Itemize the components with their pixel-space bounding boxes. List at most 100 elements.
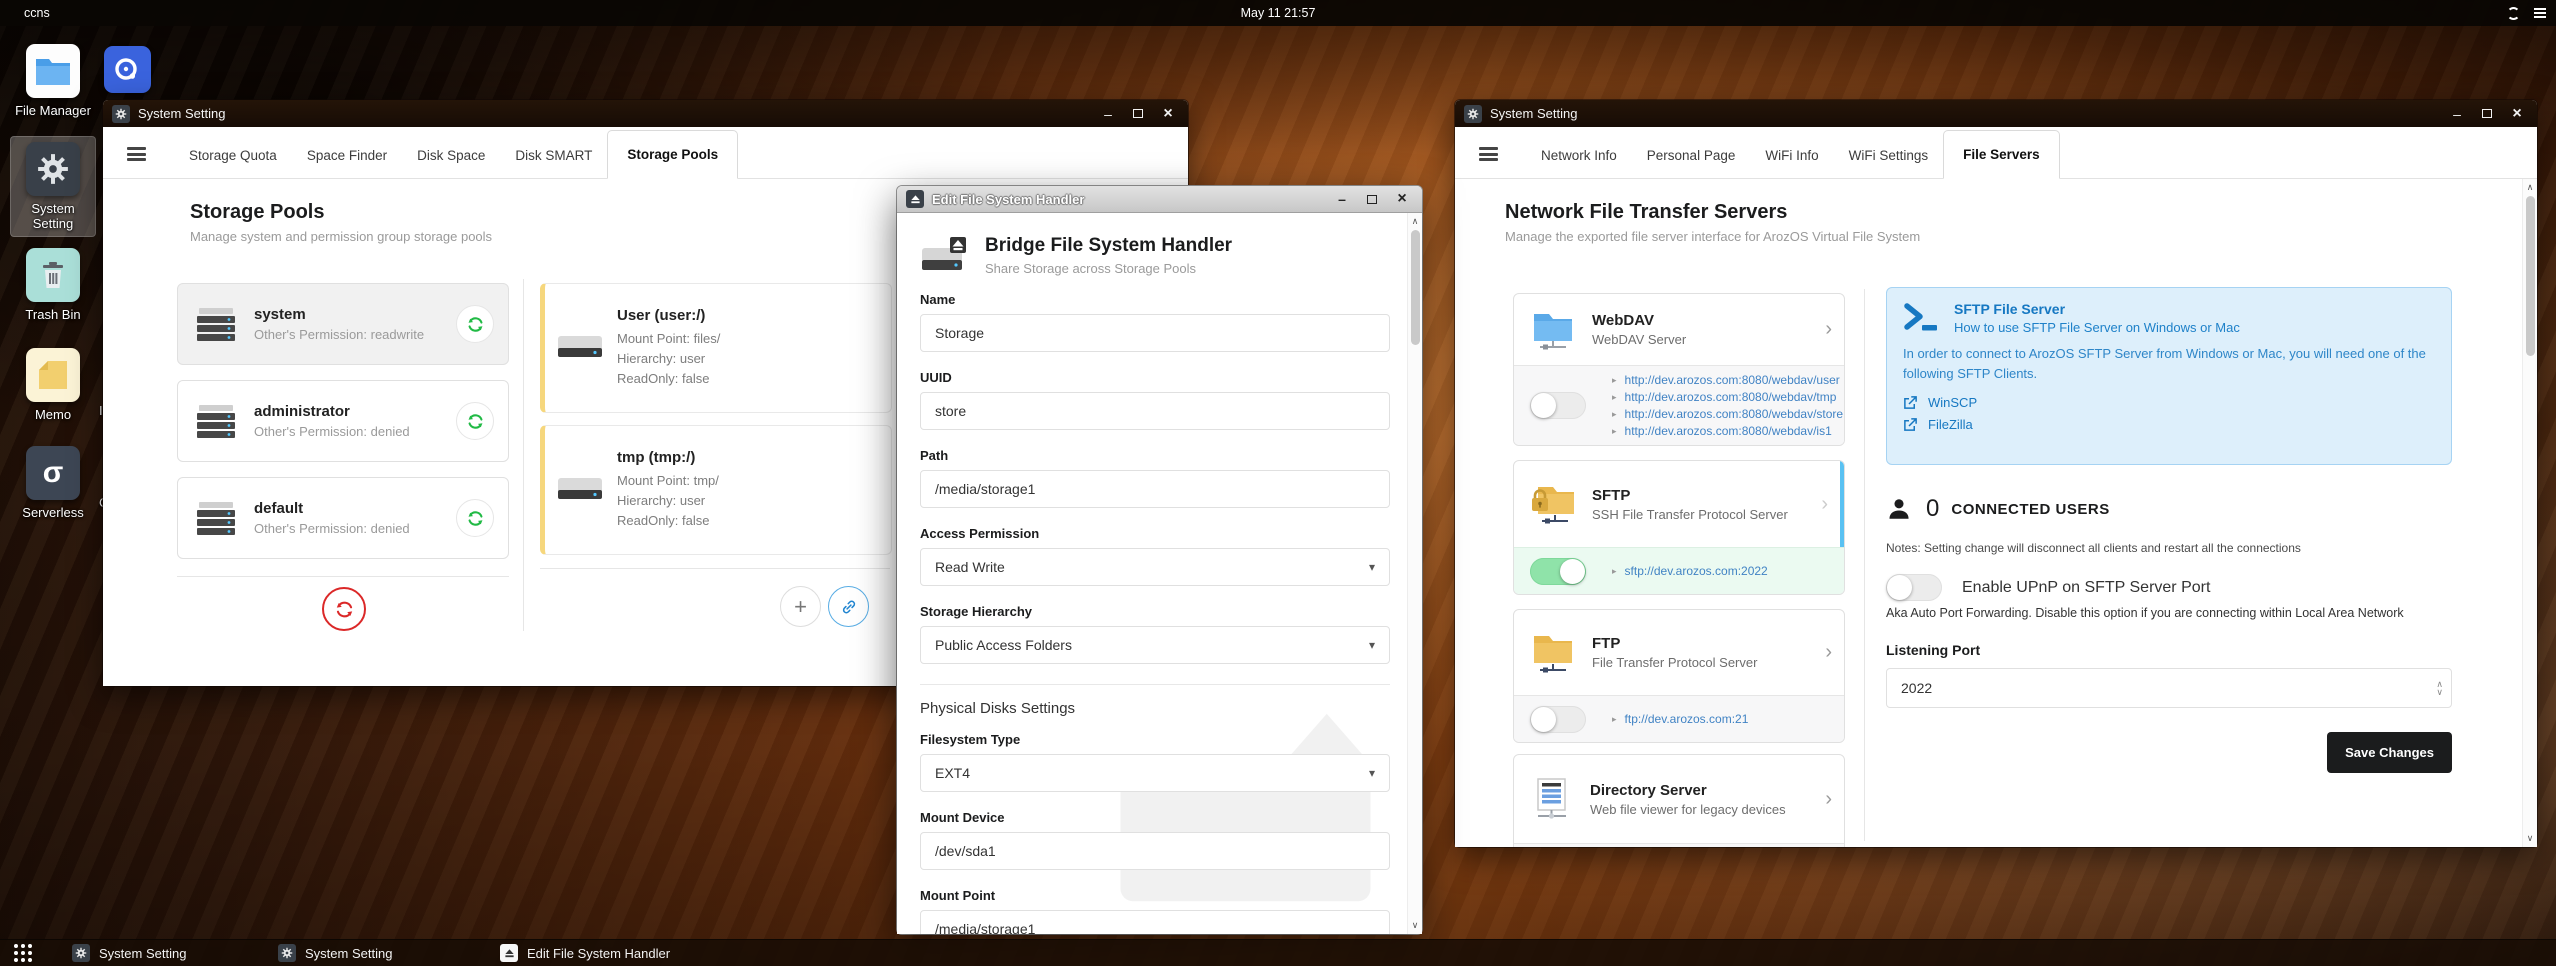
webdav-url-link[interactable]: ▸ http://dev.arozos.com:8080/webdav/is1 (1612, 424, 1843, 438)
desktop-icon-label: System Setting (31, 201, 75, 231)
window-titlebar[interactable]: System Setting – × (103, 100, 1188, 127)
sftp-toggle[interactable] (1530, 557, 1586, 585)
scrollbar[interactable]: ∧ ∨ (2522, 179, 2537, 847)
external-link-icon (1904, 418, 1917, 432)
pool-sync-button[interactable] (456, 402, 494, 440)
ftp-url-link[interactable]: ▸ ftp://dev.arozos.com:21 (1612, 712, 1748, 726)
name-input[interactable] (920, 314, 1390, 352)
scrollbar[interactable]: ∧ ∨ (1407, 213, 1422, 934)
pool-card-default[interactable]: default Other's Permission: denied (177, 477, 509, 559)
terminal-icon (1904, 303, 1937, 331)
client-link-winscp[interactable]: WinSCP (1903, 395, 2435, 410)
minimize-button[interactable]: – (1100, 106, 1116, 122)
taskbar-item-system-setting-1[interactable]: System Setting (72, 940, 186, 966)
tab-storage-quota[interactable]: Storage Quota (174, 132, 292, 178)
dialog-titlebar[interactable]: Edit File System Handler – × (897, 186, 1422, 213)
webdav-url-link[interactable]: ▸ http://dev.arozos.com:8080/webdav/store (1612, 407, 1843, 421)
tab-file-servers[interactable]: File Servers (1943, 130, 2060, 179)
desktop-icon-trash-bin[interactable]: Trash Bin (10, 248, 96, 323)
dialog-title: Edit File System Handler (932, 191, 1085, 207)
hamburger-menu-icon[interactable] (1479, 147, 1498, 161)
top-bar: ccns May 11 21:57 (0, 0, 2556, 26)
add-fsh-button[interactable]: + (780, 586, 821, 627)
uuid-input[interactable] (920, 392, 1390, 430)
gear-icon (1464, 104, 1482, 123)
storage-pool-list: system Other's Permission: readwrite adm… (177, 283, 509, 559)
loading-ring-icon (2507, 6, 2520, 20)
close-button[interactable]: × (1160, 105, 1176, 122)
ftp-toggle[interactable] (1530, 705, 1586, 733)
scrollbar-thumb[interactable] (2526, 196, 2535, 356)
chevron-down-icon: ▾ (1368, 638, 1375, 652)
upnp-toggle[interactable] (1886, 574, 1942, 601)
sftp-url-link[interactable]: ▸ sftp://dev.arozos.com:2022 (1612, 564, 1768, 578)
listening-port-input[interactable] (1886, 668, 2452, 708)
scroll-down-arrow[interactable]: ∨ (1408, 920, 1422, 931)
close-button[interactable]: × (1394, 191, 1410, 207)
server-name: SFTP (1592, 486, 1631, 504)
connected-users-count: 0 (1926, 495, 1940, 522)
tab-storage-pools[interactable]: Storage Pools (607, 130, 739, 179)
desktop-icon-memo[interactable]: Memo (10, 348, 96, 423)
server-card-directory: Directory Server Web file viewer for leg… (1513, 754, 1845, 847)
desktop-icon-file-manager[interactable]: File Manager (10, 44, 96, 119)
scroll-up-arrow[interactable]: ∧ (2523, 182, 2537, 193)
storage-hierarchy-select[interactable]: Public Access Folders ▾ (920, 626, 1390, 664)
webdav-toggle[interactable] (1530, 392, 1586, 419)
window-titlebar[interactable]: System Setting – × (1455, 100, 2537, 127)
server-card-directory-main[interactable]: Directory Server Web file viewer for leg… (1514, 755, 1844, 843)
pool-card-system[interactable]: system Other's Permission: readwrite (177, 283, 509, 365)
close-button[interactable]: × (2509, 105, 2525, 122)
scroll-up-arrow[interactable]: ∧ (1408, 216, 1422, 227)
pool-sync-button[interactable] (456, 305, 494, 343)
tab-personal-page[interactable]: Personal Page (1632, 132, 1751, 178)
scrollbar-thumb[interactable] (1411, 230, 1420, 345)
tab-wifi-settings[interactable]: WiFi Settings (1834, 132, 1944, 178)
taskbar-item-edit-fsh[interactable]: Edit File System Handler (500, 940, 670, 966)
bridge-fsh-button[interactable] (828, 586, 869, 627)
dialog-content: Bridge File System Handler Share Storage… (897, 213, 1422, 934)
tab-wifi-info[interactable]: WiFi Info (1750, 132, 1833, 178)
maximize-button[interactable] (2479, 106, 2495, 122)
music-app-icon[interactable] (104, 46, 151, 93)
connected-users-label: CONNECTED USERS (1951, 500, 2110, 518)
maximize-button[interactable] (1364, 191, 1380, 207)
webdav-url-link[interactable]: ▸ http://dev.arozos.com:8080/webdav/tmp (1612, 390, 1843, 404)
server-card-ftp-main[interactable]: FTP File Transfer Protocol Server › (1514, 610, 1844, 695)
pool-card-administrator[interactable]: administrator Other's Permission: denied (177, 380, 509, 462)
mount-card-user[interactable]: User (user:/) Mount Point: files/ Hierar… (540, 283, 892, 413)
menu-icon[interactable] (2534, 8, 2546, 18)
mount-device-input[interactable] (920, 832, 1390, 870)
tab-disk-space[interactable]: Disk Space (402, 132, 500, 178)
hamburger-menu-icon[interactable] (127, 147, 146, 161)
mount-point-input[interactable] (920, 910, 1390, 934)
tab-network-info[interactable]: Network Info (1526, 132, 1632, 178)
webdav-url-link[interactable]: ▸ http://dev.arozos.com:8080/webdav/user (1612, 373, 1843, 387)
desktop-icon-serverless[interactable]: σ Serverless (10, 446, 96, 521)
desktop-icon-system-setting[interactable]: System Setting (10, 136, 96, 237)
maximize-button[interactable] (1130, 106, 1146, 122)
reload-pools-button[interactable] (322, 587, 366, 631)
client-link-filezilla[interactable]: FileZilla (1903, 417, 2435, 432)
tab-disk-smart[interactable]: Disk SMART (500, 132, 607, 178)
mount-card-tmp[interactable]: tmp (tmp:/) Mount Point: tmp/ Hierarchy:… (540, 425, 892, 555)
server-card-sftp-main[interactable]: SFTP SSH File Transfer Protocol Server › (1514, 461, 1844, 547)
taskbar-item-system-setting-2[interactable]: System Setting (278, 940, 392, 966)
access-permission-select[interactable]: Read Write ▾ (920, 548, 1390, 586)
minimize-button[interactable]: – (1334, 191, 1350, 207)
server-card-ftp-footer: ▸ ftp://dev.arozos.com:21 (1514, 695, 1844, 742)
pool-sync-button[interactable] (456, 499, 494, 537)
scroll-down-arrow[interactable]: ∨ (2523, 833, 2537, 844)
path-input[interactable] (920, 470, 1390, 508)
number-stepper[interactable]: ∧ ∨ (2436, 680, 2443, 697)
ftp-folder-icon (1534, 635, 1572, 672)
tab-space-finder[interactable]: Space Finder (292, 132, 402, 178)
app-launcher-icon[interactable] (14, 944, 32, 962)
save-changes-button[interactable]: Save Changes (2327, 732, 2452, 773)
filesystem-type-select[interactable]: EXT4 ▾ (920, 754, 1390, 792)
pool-permission: Other's Permission: readwrite (254, 327, 425, 342)
server-desc: WebDAV Server (1592, 332, 1687, 347)
server-card-webdav-main[interactable]: WebDAV WebDAV Server › (1514, 294, 1844, 365)
minimize-button[interactable]: – (2449, 106, 2465, 122)
user-icon (1889, 499, 1909, 519)
